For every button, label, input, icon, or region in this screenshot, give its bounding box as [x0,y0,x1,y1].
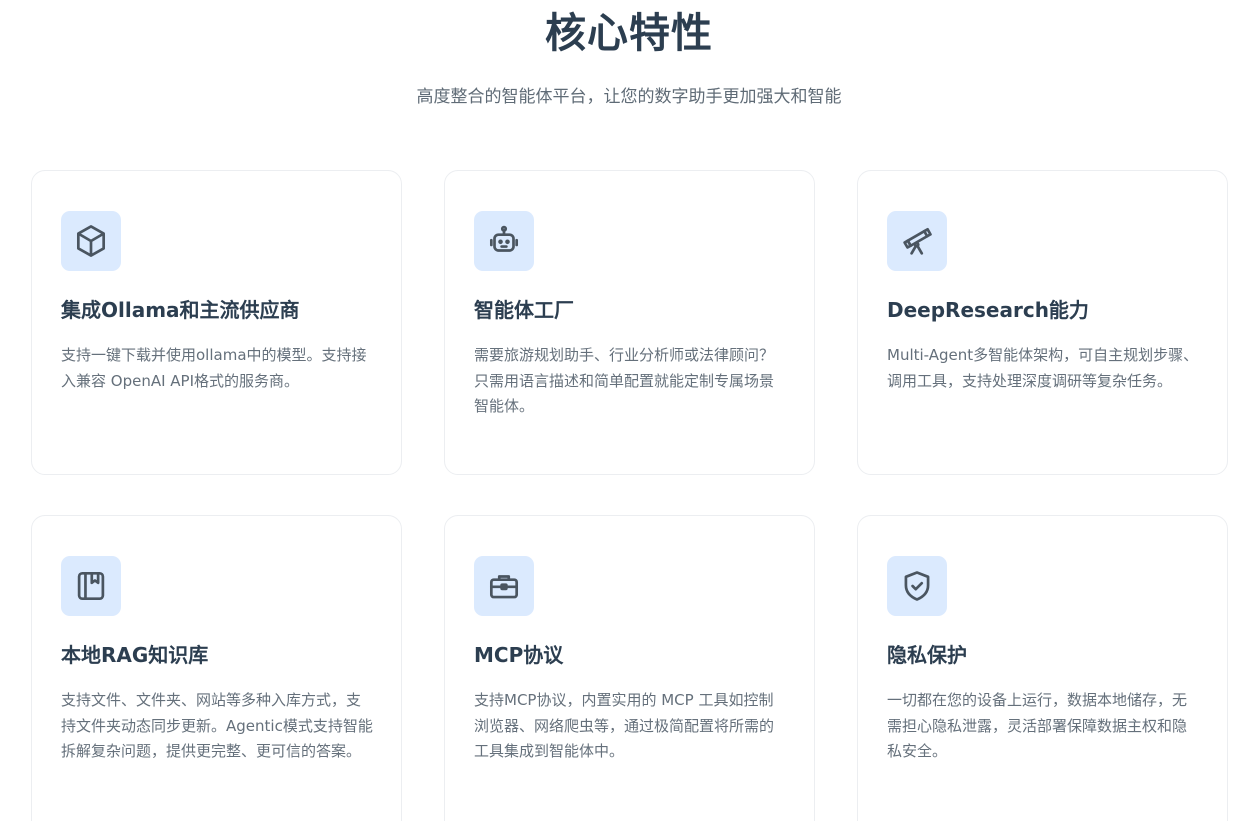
feature-card-deepresearch: DeepResearch能力 Multi-Agent多智能体架构，可自主规划步骤… [857,170,1228,475]
feature-title: 本地RAG知识库 [61,643,209,667]
feature-title: MCP协议 [474,643,564,667]
telescope-icon [887,211,947,271]
shield-check-icon [887,556,947,616]
feature-title: 集成Ollama和主流供应商 [61,298,300,322]
feature-title: 隐私保护 [887,643,967,667]
robot-icon [474,211,534,271]
feature-description: Multi-Agent多智能体架构，可自主规划步骤、调用工具，支持处理深度调研等… [887,346,1199,390]
feature-description: 支持文件、文件夹、网站等多种入库方式，支持文件夹动态同步更新。Agentic模式… [61,691,373,760]
book-icon [61,556,121,616]
feature-title: DeepResearch能力 [887,298,1089,322]
feature-card-mcp: MCP协议 支持MCP协议，内置实用的 MCP 工具如控制浏览器、网络爬虫等，通… [444,515,815,821]
cube-icon [61,211,121,271]
toolbox-icon [474,556,534,616]
feature-description: 支持MCP协议，内置实用的 MCP 工具如控制浏览器、网络爬虫等，通过极简配置将… [474,691,775,760]
section-title: 核心特性 [545,9,713,57]
feature-card-ollama: 集成Ollama和主流供应商 支持一键下载并使用ollama中的模型。支持接入兼… [31,170,402,475]
features-section: 核心特性 高度整合的智能体平台，让您的数字助手更加强大和智能 集成Ollama和… [0,0,1243,821]
feature-description: 支持一键下载并使用ollama中的模型。支持接入兼容 OpenAI API格式的… [61,346,367,390]
feature-card-rag: 本地RAG知识库 支持文件、文件夹、网站等多种入库方式，支持文件夹动态同步更新。… [31,515,402,821]
feature-title: 智能体工厂 [474,298,574,322]
section-subtitle: 高度整合的智能体平台，让您的数字助手更加强大和智能 [416,87,842,107]
feature-description: 需要旅游规划助手、行业分析师或法律顾问？只需用语言描述和简单配置就能定制专属场景… [474,346,775,415]
feature-card-agent-factory: 智能体工厂 需要旅游规划助手、行业分析师或法律顾问？只需用语言描述和简单配置就能… [444,170,815,475]
feature-description: 一切都在您的设备上运行，数据本地储存，无需担心隐私泄露，灵活部署保障数据主权和隐… [887,691,1188,760]
feature-card-privacy: 隐私保护 一切都在您的设备上运行，数据本地储存，无需担心隐私泄露，灵活部署保障数… [857,515,1228,821]
